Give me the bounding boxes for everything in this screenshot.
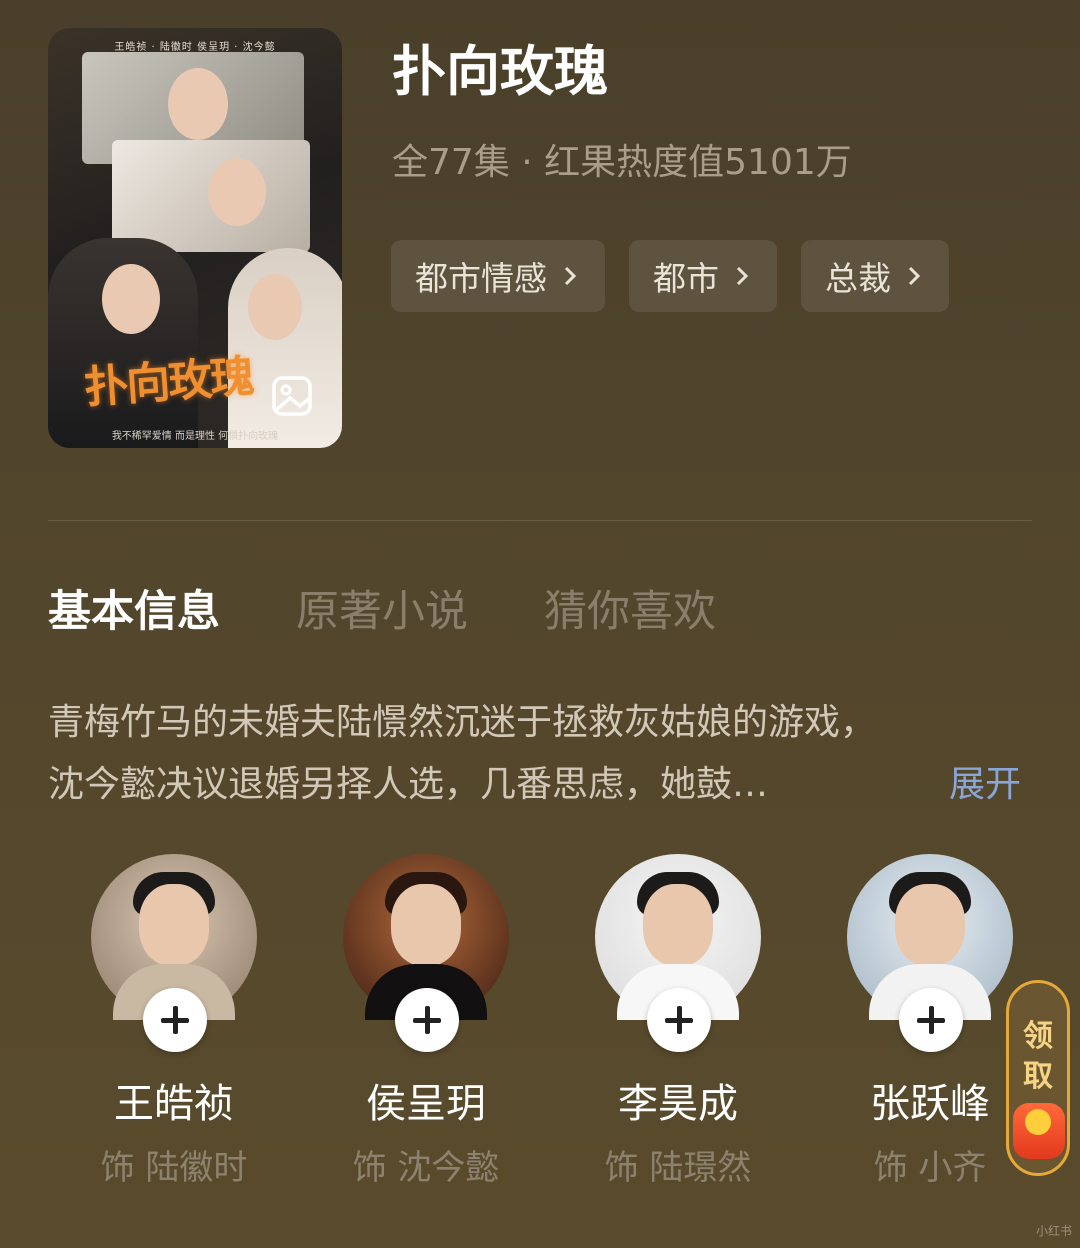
- tag-label: 总裁: [825, 259, 891, 298]
- avatar-face: [391, 884, 461, 966]
- tab-recommendations[interactable]: 猜你喜欢: [544, 580, 716, 644]
- expand-synopsis-link[interactable]: 展开: [949, 754, 1021, 816]
- actor-name: 王皓祯: [114, 1081, 234, 1127]
- avatar[interactable]: [595, 854, 761, 1052]
- poster-logo: 扑向玫瑰: [82, 351, 254, 414]
- detail-tabs: 基本信息 原著小说 猜你喜欢: [48, 580, 716, 644]
- reward-label-2: 取: [1023, 1059, 1053, 1094]
- follow-plus-icon[interactable]: [647, 988, 711, 1052]
- tag-urban[interactable]: 都市: [629, 240, 777, 312]
- synopsis-line-2: 沈今懿决议退婚另择人选，几番思虑，她鼓…: [48, 764, 769, 805]
- image-gallery-icon[interactable]: [270, 372, 318, 420]
- poster-credits: 王皓祯 · 陆徽时 侯呈玥 · 沈今懿: [114, 42, 276, 53]
- genre-tags: 都市情感 都市 总裁: [391, 240, 949, 312]
- chevron-right-icon: [564, 266, 577, 286]
- cast-member[interactable]: 李昊成 饰 陆璟然: [592, 854, 764, 1190]
- reward-label-1: 领: [1023, 1019, 1053, 1054]
- avatar[interactable]: [847, 854, 1013, 1052]
- tag-urban-romance[interactable]: 都市情感: [391, 240, 605, 312]
- avatar[interactable]: [91, 854, 257, 1052]
- tab-original-novel[interactable]: 原著小说: [296, 580, 468, 644]
- synopsis: 青梅竹马的未婚夫陆憬然沉迷于拯救灰姑娘的游戏， 沈今懿决议退婚另择人选，几番思虑…: [48, 692, 1032, 816]
- follow-plus-icon[interactable]: [395, 988, 459, 1052]
- chevron-right-icon: [736, 266, 749, 286]
- claim-reward-button[interactable]: 领 取: [1006, 980, 1070, 1176]
- poster-tagline: 我不稀罕爱情 而是理性 何惧扑向玫瑰: [111, 431, 279, 442]
- watermark: 小红书: [1036, 1224, 1073, 1238]
- cast-member[interactable]: 张跃峰 饰 小齐: [844, 854, 1016, 1190]
- tag-label: 都市情感: [415, 259, 547, 298]
- avatar-face: [895, 884, 965, 966]
- tag-label: 都市: [653, 259, 719, 298]
- avatar[interactable]: [343, 854, 509, 1052]
- poster-face-woman-2: [248, 274, 302, 340]
- chevron-right-icon: [908, 266, 921, 286]
- avatar-face: [139, 884, 209, 966]
- section-divider: [48, 520, 1032, 521]
- cast-member[interactable]: 侯呈玥 饰 沈今懿: [340, 854, 512, 1190]
- poster-face-male: [168, 68, 228, 140]
- poster-face-man-2: [102, 264, 160, 334]
- cast-member[interactable]: 王皓祯 饰 陆徽时: [88, 854, 260, 1190]
- synopsis-line-1: 青梅竹马的未婚夫陆憬然沉迷于拯救灰姑娘的游戏，: [48, 702, 877, 743]
- tag-ceo[interactable]: 总裁: [801, 240, 949, 312]
- avatar-face: [643, 884, 713, 966]
- actor-name: 李昊成: [618, 1081, 738, 1127]
- episode-heat-meta: 全77集 · 红果热度值5101万: [392, 142, 852, 183]
- actor-role: 饰 陆璟然: [604, 1148, 752, 1188]
- drama-poster[interactable]: 王皓祯 · 陆徽时 侯呈玥 · 沈今懿 扑向玫瑰 我不稀罕爱情 而是理性 何惧扑…: [48, 28, 342, 448]
- actor-role: 饰 陆徽时: [100, 1148, 248, 1188]
- drama-title: 扑向玫瑰: [392, 40, 608, 103]
- tab-basic-info[interactable]: 基本信息: [48, 580, 220, 644]
- actor-role: 饰 沈今懿: [352, 1148, 500, 1188]
- actor-name: 张跃峰: [870, 1081, 990, 1127]
- coin-icon: [1025, 1109, 1051, 1135]
- follow-plus-icon[interactable]: [899, 988, 963, 1052]
- poster-face-female: [208, 158, 266, 226]
- reward-label: 领 取: [1009, 1017, 1067, 1097]
- actor-name: 侯呈玥: [366, 1081, 486, 1127]
- follow-plus-icon[interactable]: [143, 988, 207, 1052]
- actor-role: 饰 小齐: [873, 1148, 987, 1188]
